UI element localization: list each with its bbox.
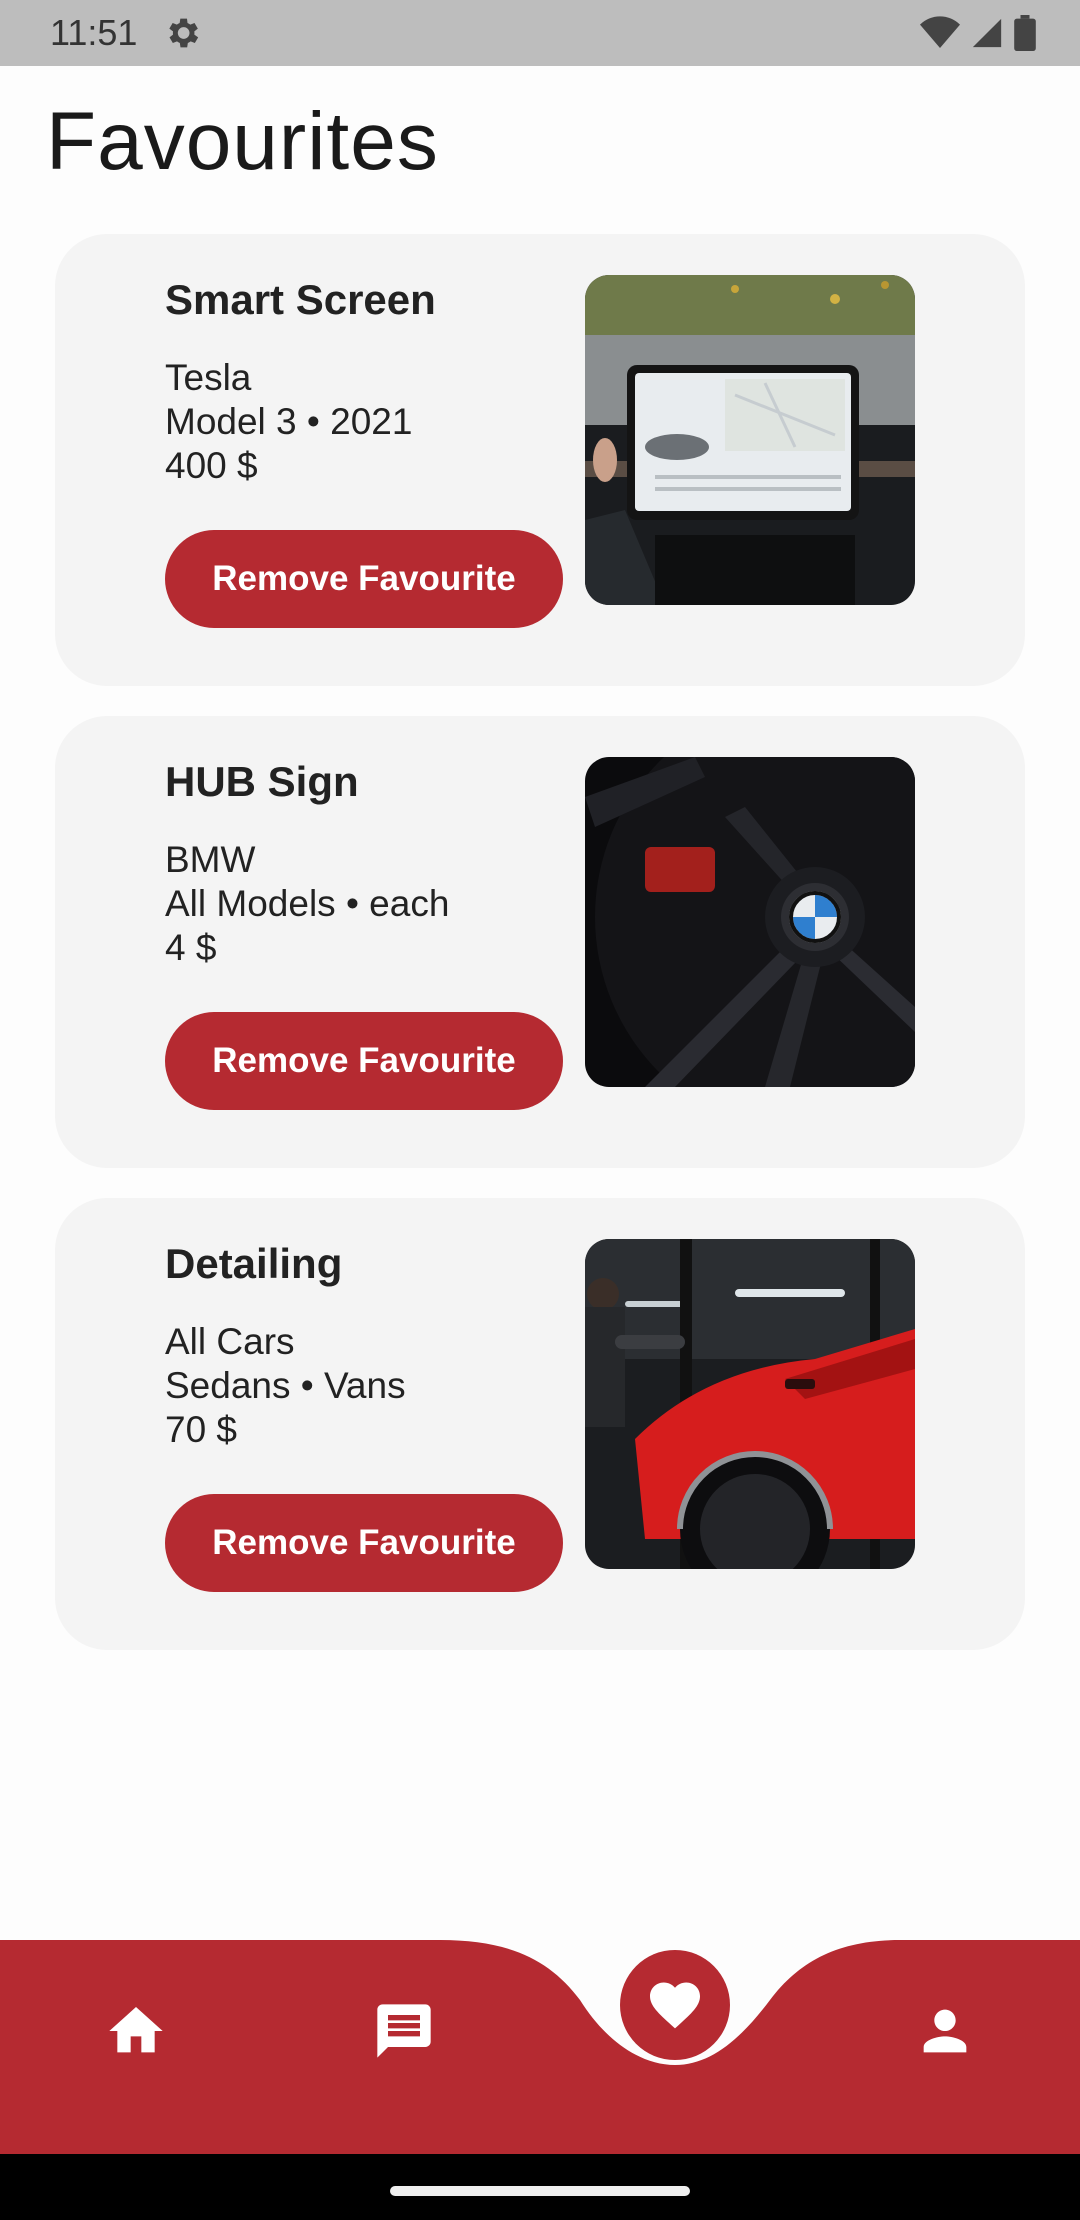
card-model: Model 3 • 2021 [165, 401, 413, 442]
signal-icon [972, 18, 1002, 48]
card-brand: All Cars [165, 1321, 295, 1362]
remove-favourite-button[interactable]: Remove Favourite [165, 530, 563, 628]
card-details: All Cars Sedans • Vans 70 $ [165, 1320, 406, 1452]
home-icon[interactable] [104, 1999, 168, 2063]
home-gesture-handle[interactable] [390, 2186, 690, 2196]
bmw-wheel-image [585, 757, 915, 1087]
chat-icon[interactable] [372, 1999, 436, 2063]
card-details: Tesla Model 3 • 2021 400 $ [165, 356, 412, 488]
favourite-card: Smart Screen Tesla Model 3 • 2021 400 $ … [55, 234, 1025, 686]
status-bar: 11:51 [0, 0, 1080, 66]
card-details: BMW All Models • each 4 $ [165, 838, 449, 970]
wifi-icon [920, 16, 960, 48]
settings-gear-icon [169, 18, 199, 48]
card-price: 4 $ [165, 927, 217, 968]
page-title: Favourites [46, 96, 439, 187]
card-title: HUB Sign [165, 758, 359, 805]
favourites-nav-button[interactable] [620, 1950, 730, 2060]
product-image [585, 275, 915, 605]
person-icon[interactable] [913, 1999, 977, 2063]
card-brand: Tesla [165, 357, 252, 398]
card-price: 70 $ [165, 1409, 238, 1450]
battery-icon [1014, 15, 1036, 51]
card-title: Smart Screen [165, 276, 436, 323]
product-image [585, 1239, 915, 1569]
card-price: 400 $ [165, 445, 258, 486]
car-detailing-image [585, 1239, 915, 1569]
status-icons [920, 14, 1036, 52]
card-model: Sedans • Vans [165, 1365, 406, 1406]
heart-icon [650, 1982, 700, 2029]
remove-favourite-button[interactable]: Remove Favourite [165, 1494, 563, 1592]
card-title: Detailing [165, 1240, 343, 1287]
card-model: All Models • each [165, 883, 450, 924]
card-brand: BMW [165, 839, 256, 880]
product-image [585, 757, 915, 1087]
tesla-dashboard-image [585, 275, 915, 605]
remove-favourite-button[interactable]: Remove Favourite [165, 1012, 563, 1110]
status-time: 11:51 [50, 12, 138, 53]
favourite-card: Detailing All Cars Sedans • Vans 70 $ Re… [55, 1198, 1025, 1650]
favourite-card: HUB Sign BMW All Models • each 4 $ Remov… [55, 716, 1025, 1168]
